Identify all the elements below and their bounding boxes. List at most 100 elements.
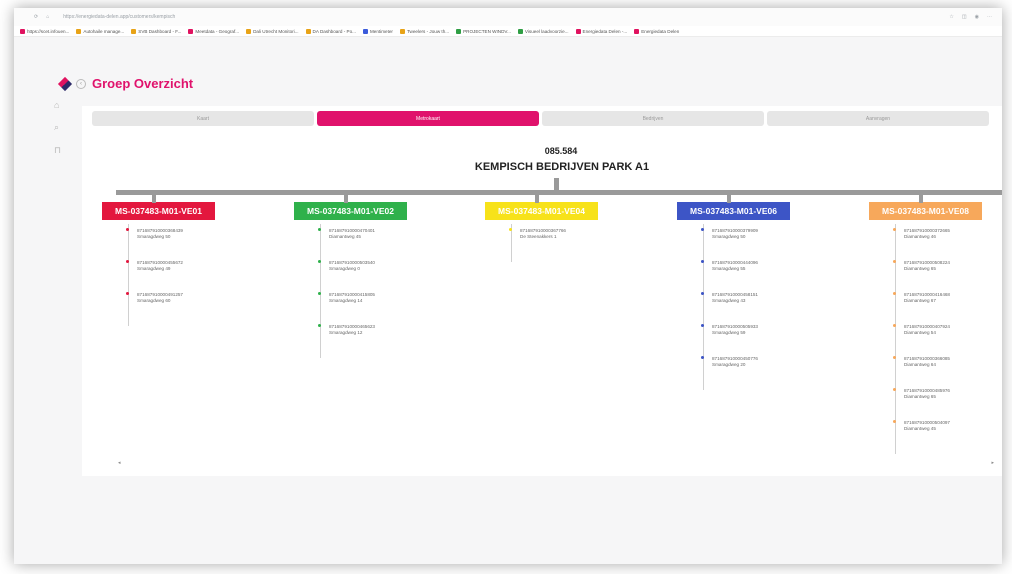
- meter-item[interactable]: 871687910000485976 Diamantweg 65: [869, 388, 989, 412]
- meter-item[interactable]: 871687910000470401 Diamantweg 45: [294, 228, 414, 252]
- meter-dot-icon: [318, 292, 321, 295]
- metro-connector: [727, 195, 731, 203]
- meter-item[interactable]: 871687910000368439 Smaragdweg 50: [102, 228, 222, 252]
- tab-bedrijven[interactable]: Bedrijven: [542, 111, 764, 126]
- bookmark-favicon-icon: [634, 28, 640, 34]
- meter-address: Diamantweg 65: [904, 266, 936, 271]
- meter-address: Smaragdweg 14: [329, 298, 363, 303]
- meter-item[interactable]: 871687910000508224 Diamantweg 65: [869, 260, 989, 284]
- tab-metrokaart[interactable]: Metrokaart: [317, 111, 539, 126]
- arrow-right-icon[interactable]: ▸: [991, 460, 994, 466]
- meter-item[interactable]: 871687910000444096 Smaragdweg 55: [677, 260, 797, 284]
- bookmark-favicon-icon: [76, 28, 82, 34]
- home-icon[interactable]: ⌂: [54, 100, 61, 110]
- bookmark-favicon-icon: [188, 28, 194, 34]
- meter-item[interactable]: 871687910000458151 Smaragdweg 43: [677, 292, 797, 316]
- bookmark-item[interactable]: Visueel laadvoorzie...: [517, 28, 569, 34]
- meter-item[interactable]: 871687910000450776 Smaragdweg 20: [677, 356, 797, 380]
- meter-item[interactable]: 871687910000372665 Diamantweg 46: [869, 228, 989, 252]
- bookmark-item[interactable]: Mentimeter: [362, 28, 393, 34]
- bookmark-item[interactable]: PROJECTEN WINDV...: [456, 28, 511, 34]
- reload-icon[interactable]: ⟳: [34, 14, 38, 20]
- meter-item[interactable]: 871687910000367766 De Steenakkers 1: [485, 228, 605, 252]
- meter-dot-icon: [701, 228, 704, 231]
- meter-dot-icon: [126, 260, 129, 263]
- meter-dot-icon: [893, 420, 896, 423]
- tab-aanvragen[interactable]: Aanvragen: [767, 111, 989, 126]
- arrow-left-icon[interactable]: ◂: [118, 460, 121, 466]
- home-icon[interactable]: ⌂: [46, 14, 49, 20]
- bookmark-item[interactable]: SVB Dashboard - F...: [131, 28, 181, 34]
- address-bar: ⟳ ⌂ https://energiedata-delen.app/custom…: [14, 8, 1002, 26]
- meter-dot-icon: [893, 228, 896, 231]
- meter-item[interactable]: 871687910000416468 Diamantweg 67: [869, 292, 989, 316]
- meter-address: Smaragdweg 60: [137, 298, 171, 303]
- metro-panel: Kaart Metrokaart Bedrijven Aanvragen 085.58…: [82, 106, 1002, 476]
- meter-dot-icon: [318, 324, 321, 327]
- bookmark-label: Autohaile manage...: [83, 28, 125, 34]
- meter-address: Diamantweg 64: [904, 362, 936, 367]
- bookmarks-bar: https://scet.infouen... Autohaile manage.…: [14, 26, 1002, 37]
- metro-group: MS-037483-M01-VE08 871687910000372665 Diam…: [869, 195, 989, 454]
- meter-dot-icon: [318, 260, 321, 263]
- bookmark-label: DA Dashboard - Po...: [312, 28, 356, 34]
- meter-dot-icon: [701, 260, 704, 263]
- meter-item[interactable]: 871687910000407924 Diamantweg 54: [869, 324, 989, 348]
- bookmark-favicon-icon: [20, 28, 25, 34]
- meter-item[interactable]: 871687910000366085 Diamantweg 64: [869, 356, 989, 380]
- bookmark-item[interactable]: Meetdata - Geograf...: [188, 28, 239, 34]
- lock-icon[interactable]: ⊓: [54, 145, 61, 156]
- group-label[interactable]: MS-037483-M01-VE06: [677, 202, 790, 220]
- bookmark-item[interactable]: Energiedata Delen -...: [575, 28, 628, 34]
- bookmark-label: Visueel laadvoorzie...: [524, 28, 569, 34]
- bookmark-label: PROJECTEN WINDV...: [463, 28, 511, 34]
- bookmark-item[interactable]: Dali Utrecht Monitori...: [246, 28, 299, 34]
- back-button[interactable]: ‹: [76, 78, 86, 89]
- bookmark-item[interactable]: https://scet.infouen...: [20, 28, 69, 34]
- group-label[interactable]: MS-037483-M01-VE01: [102, 202, 215, 220]
- meter-address: Smaragdweg 50: [137, 234, 171, 239]
- bookmark-item[interactable]: DA Dashboard - Po...: [305, 28, 356, 34]
- meter-dot-icon: [893, 356, 896, 359]
- bookmark-favicon-icon: [517, 28, 523, 34]
- meter-dot-icon: [893, 260, 896, 263]
- bookmark-favicon-icon: [456, 28, 462, 34]
- meter-address: Smaragdweg 12: [329, 330, 363, 335]
- meter-dot-icon: [126, 292, 129, 295]
- search-icon[interactable]: ⌕: [54, 122, 61, 133]
- metro-connector: [919, 195, 923, 203]
- bookmark-item[interactable]: Energiedata Delen: [634, 28, 679, 34]
- meter-dot-icon: [126, 228, 129, 231]
- bookmark-label: Energiedata Delen -...: [582, 28, 628, 34]
- extensions-icon[interactable]: ◫: [962, 14, 967, 20]
- browser-window: ⟳ ⌂ https://energiedata-delen.app/custom…: [14, 8, 1002, 564]
- meter-item[interactable]: 871687910000504097 Diamantweg 45: [869, 420, 989, 444]
- metro-connector: [344, 195, 348, 203]
- meter-item[interactable]: 871687910000465623 Smaragdweg 12: [294, 324, 414, 348]
- bookmark-item[interactable]: Autohaile manage...: [76, 28, 125, 34]
- group-label[interactable]: MS-037483-M01-VE04: [485, 202, 598, 220]
- tab-kaart[interactable]: Kaart: [92, 111, 314, 126]
- bookmark-item[interactable]: Tweelers - Jouw th...: [399, 28, 449, 34]
- meter-address: De Steenakkers 1: [520, 234, 557, 239]
- meter-item[interactable]: 871687910000379909 Smaragdweg 50: [677, 228, 797, 252]
- horizontal-scroll[interactable]: ◂ ▸: [118, 460, 994, 466]
- meter-item[interactable]: 871687910000505933 Smaragdweg 59: [677, 324, 797, 348]
- side-nav: ⌂ ⌕ ⊓: [54, 100, 61, 156]
- metro-group: MS-037483-M01-VE01 871687910000368439 Smar…: [102, 195, 222, 326]
- group-label[interactable]: MS-037483-M01-VE02: [294, 202, 407, 220]
- bookmark-favicon-icon: [362, 28, 368, 34]
- url-field[interactable]: https://energiedata-delen.app/customers/…: [63, 14, 175, 20]
- metro-group: MS-037483-M01-VE02 871687910000470401 Diam…: [294, 195, 414, 358]
- star-icon[interactable]: ☆: [949, 14, 953, 20]
- bookmark-favicon-icon: [305, 28, 311, 34]
- meter-item[interactable]: 871687910000491257 Smaragdweg 60: [102, 292, 222, 316]
- bookmark-label: Mentimeter: [369, 28, 393, 34]
- menu-icon[interactable]: ⋯: [987, 14, 992, 20]
- profile-icon[interactable]: ◉: [975, 14, 979, 20]
- meter-item[interactable]: 871687910000455672 Smaragdweg 49: [102, 260, 222, 284]
- bookmark-favicon-icon: [246, 28, 252, 34]
- meter-item[interactable]: 871687910000503540 Smaragdweg 0: [294, 260, 414, 284]
- group-label[interactable]: MS-037483-M01-VE08: [869, 202, 982, 220]
- meter-item[interactable]: 871687910000415805 Smaragdweg 14: [294, 292, 414, 316]
